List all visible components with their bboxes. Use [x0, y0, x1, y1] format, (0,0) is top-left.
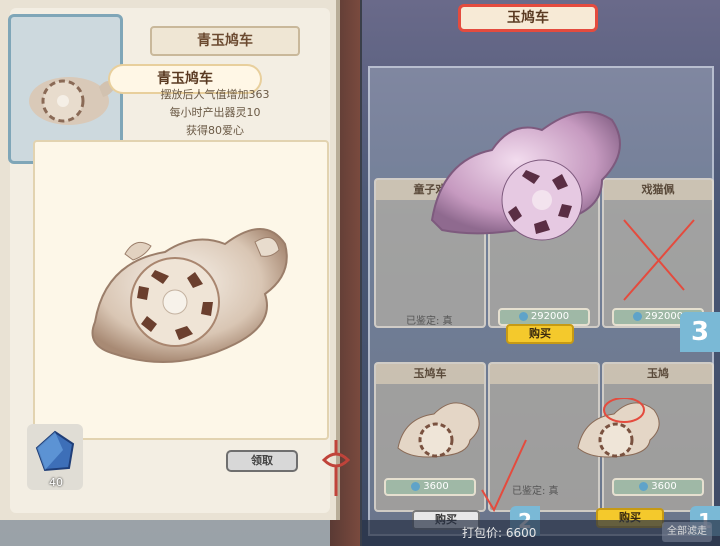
- identified-label: 已鉴定: 真: [406, 316, 453, 327]
- price-value: 3600: [651, 481, 677, 492]
- coin-icon: [411, 481, 421, 491]
- red-knot-icon: [321, 440, 351, 496]
- buy-button-top[interactable]: 购买: [506, 324, 574, 344]
- shop-card-title: 玉鸠车: [376, 364, 484, 384]
- shop-panel: 玉鸠车 童子戏 已鉴定: 真 292000 戏猫佩 292000 购买 玉鸠车 …: [362, 0, 720, 546]
- step-badge-3: 3: [680, 312, 720, 352]
- item-title: 青玉鸠车: [150, 26, 300, 56]
- claim-button[interactable]: 领取: [226, 450, 298, 472]
- price-pill: 3600: [384, 478, 476, 496]
- info-spirit-output: 每小时产出器灵10: [169, 106, 261, 119]
- game-screen: 青玉鸠车 青玉鸠车 摆放后人气值增加363 每小时产出器灵10 获得80爱心 4…: [0, 0, 720, 546]
- price-pill: 3600: [612, 478, 704, 496]
- shop-card-title: 玉鸠: [604, 364, 712, 384]
- item-detail-panel: 青玉鸠车 青玉鸠车 摆放后人气值增加363 每小时产出器灵10 获得80爱心 4…: [0, 0, 360, 546]
- coin-icon: [632, 311, 642, 321]
- coin-icon: [639, 481, 649, 491]
- gem-count: 40: [49, 476, 63, 489]
- item-zoom-view: [33, 140, 329, 440]
- shop-card-title: [490, 364, 598, 384]
- jade-cart-pink-icon: [430, 111, 621, 241]
- price-value: 292000: [530, 311, 570, 322]
- price-value: 292000: [644, 311, 684, 322]
- info-popularity: 摆放后人气值增加363: [160, 88, 270, 101]
- bundle-price: 打包价: 6600: [462, 526, 537, 540]
- jade-cart-large-icon: [91, 228, 288, 363]
- price-value: 3600: [423, 481, 449, 492]
- filter-all-button[interactable]: 全部滤走: [662, 522, 712, 542]
- blue-gem-icon: [35, 430, 75, 472]
- shop-tab-title[interactable]: 玉鸠车: [458, 4, 598, 32]
- info-love-reward: 获得80爱心: [186, 124, 244, 137]
- coin-icon: [518, 311, 528, 321]
- jade-cart-small-icon-2: [577, 398, 660, 458]
